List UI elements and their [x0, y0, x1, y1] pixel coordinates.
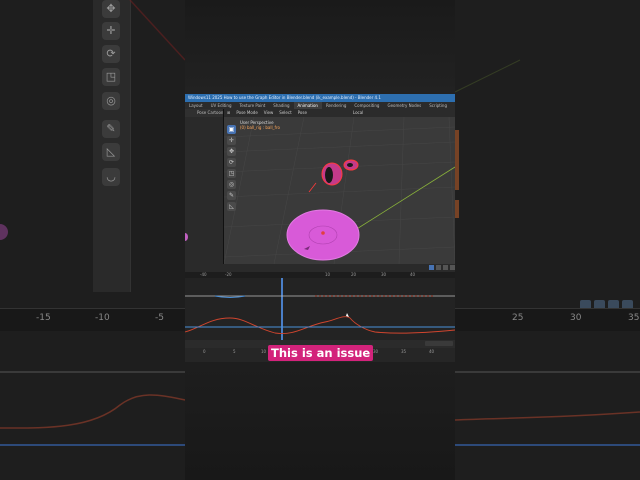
menu-view[interactable]: View: [261, 109, 277, 117]
measure-icon[interactable]: ◺: [227, 202, 236, 211]
graph-header-buttons[interactable]: [429, 265, 455, 271]
tab-scripting[interactable]: Scripting: [425, 102, 451, 109]
blender-window: Windows11 2025 How to use the Graph Edit…: [185, 0, 455, 480]
frame-number: 10: [261, 349, 267, 354]
video-caption: This is an issue: [268, 345, 374, 361]
frame-number: 30: [381, 272, 387, 277]
video-bottom-area: [185, 362, 455, 480]
viewport-editor-icon[interactable]: ⊞: [224, 109, 233, 117]
rotate-icon[interactable]: ⟳: [227, 158, 236, 167]
tab-texture-paint[interactable]: Texture Paint: [235, 102, 269, 109]
menu-select[interactable]: Select: [276, 109, 294, 117]
frame-number: 5: [233, 349, 236, 354]
tab-rendering[interactable]: Rendering: [322, 102, 350, 109]
viewport-info-overlay: User Perspective (0) ball_rig : ball_fro: [240, 120, 280, 130]
object-label: (0) ball_rig : ball_fro: [240, 125, 280, 130]
viewport-toolbar: ▣ ✛ ✥ ⟳ ◳ ◎ ✎ ◺: [227, 125, 237, 213]
frame-number: 30: [373, 349, 379, 354]
tab-animation[interactable]: Animation: [293, 102, 322, 109]
add-workspace-button[interactable]: +: [451, 102, 455, 109]
select-box-icon[interactable]: ▣: [227, 125, 236, 134]
video-top-area: [185, 0, 455, 94]
frame-number: 20: [351, 272, 357, 277]
orientation-dropdown[interactable]: Local: [350, 109, 366, 117]
viewport-header: ⊞ Pose Mode View Select Pose Local: [224, 109, 455, 117]
viewport-scene: [224, 117, 455, 264]
frame-number: 0: [203, 349, 206, 354]
graph-editor[interactable]: -40 -20 10 20 30 40: [185, 272, 455, 340]
window-title-bar: Windows11 2025 How to use the Graph Edit…: [185, 94, 455, 102]
frame-number: -40: [200, 272, 207, 277]
transform-icon[interactable]: ◎: [227, 180, 236, 189]
move-icon[interactable]: ✥: [227, 147, 236, 156]
panel-header[interactable]: Pose Cartoon: [185, 109, 223, 117]
frame-number: 40: [410, 272, 416, 277]
graph-editor-header: [185, 264, 455, 272]
mode-dropdown[interactable]: Pose Mode: [233, 109, 260, 117]
frame-number: -20: [225, 272, 232, 277]
cursor-icon[interactable]: ✛: [227, 136, 236, 145]
scale-icon[interactable]: ◳: [227, 169, 236, 178]
fcurves: [185, 278, 455, 340]
tab-shading[interactable]: Shading: [269, 102, 293, 109]
frame-number: 40: [429, 349, 435, 354]
frame-number: 35: [401, 349, 407, 354]
3d-viewport[interactable]: ⊞ Pose Mode View Select Pose Local User …: [224, 109, 455, 264]
workspace-tabs: Layout UV Editing Texture Paint Shading Anim…: [185, 102, 455, 109]
camera-view-panel[interactable]: Pose Cartoon: [185, 109, 224, 264]
annotate-icon[interactable]: ✎: [227, 191, 236, 200]
tab-geometry-nodes[interactable]: Geometry Nodes: [383, 102, 425, 109]
panel-preview: [185, 233, 188, 241]
frame-number: 10: [325, 272, 331, 277]
tab-uv-editing[interactable]: UV Editing: [207, 102, 236, 109]
tab-layout[interactable]: Layout: [185, 102, 207, 109]
tab-compositing[interactable]: Compositing: [350, 102, 383, 109]
menu-pose[interactable]: Pose: [295, 109, 310, 117]
playback-controls[interactable]: [425, 341, 453, 347]
